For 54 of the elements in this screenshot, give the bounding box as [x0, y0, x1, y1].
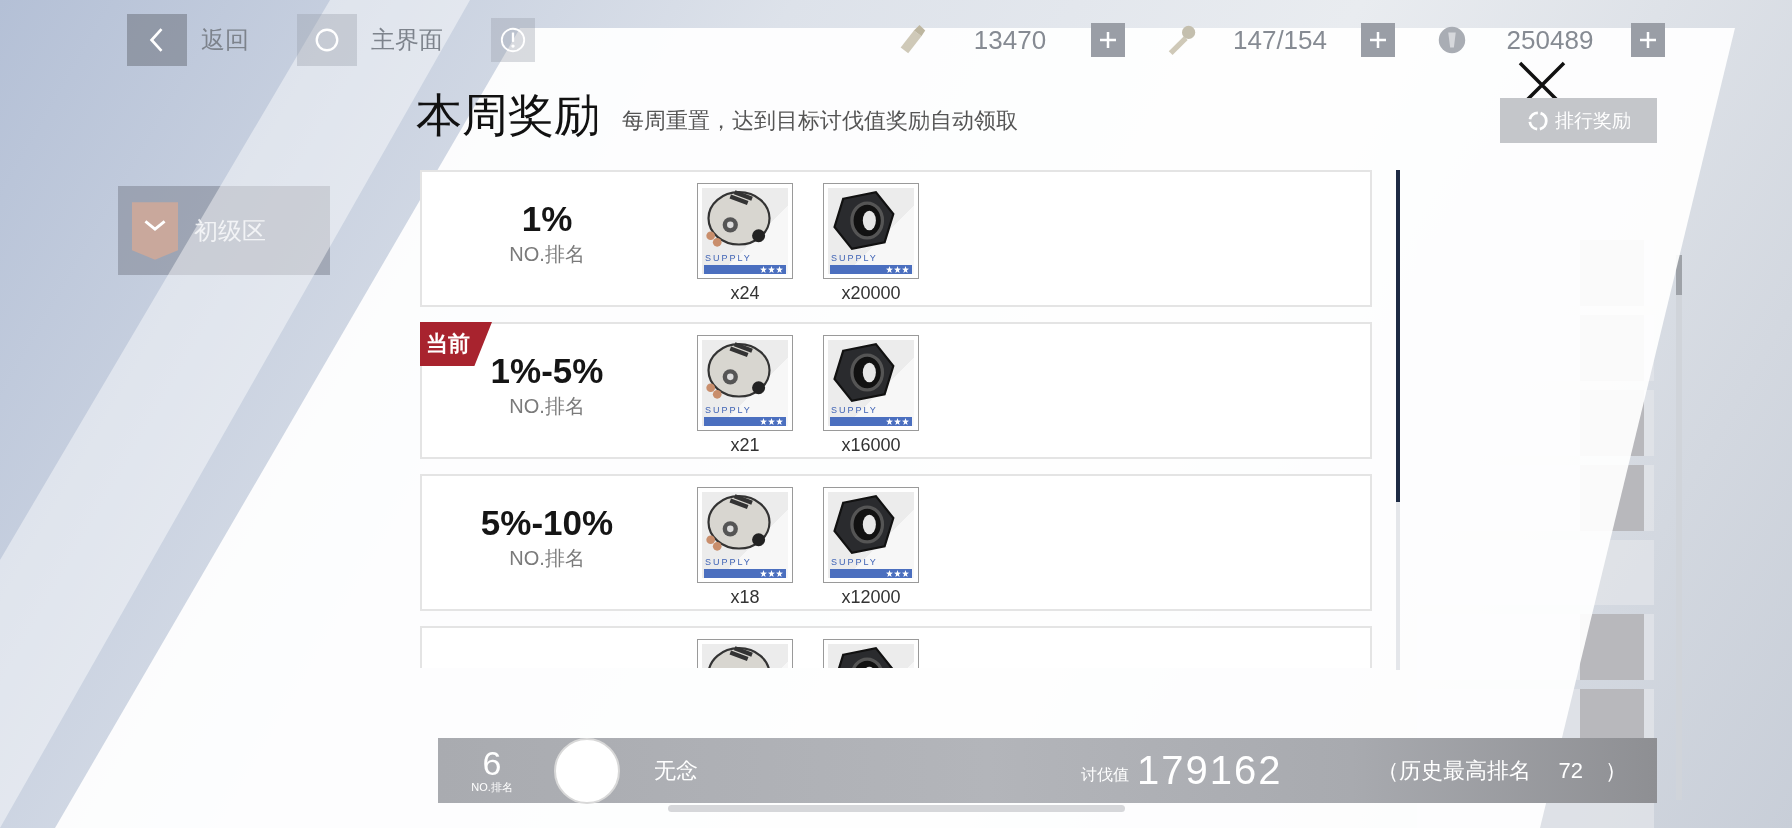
resource-count: 250489 [1505, 24, 1595, 56]
player-score: 179162 [1137, 748, 1283, 793]
resource-count: 13470 [972, 24, 1048, 56]
info-icon [499, 26, 527, 54]
scrollbar[interactable] [1396, 170, 1400, 670]
reward-item[interactable]: SUPPLY [697, 335, 793, 431]
rank-caption: NO.排名 [471, 780, 513, 795]
item-count: x24 [730, 283, 760, 304]
add-button[interactable] [1091, 23, 1125, 57]
recycle-icon [1526, 109, 1549, 132]
best-rank: 72 [1558, 757, 1583, 784]
best-rank-label: （历史最高排名 [1376, 756, 1531, 785]
item-tag: SUPPLY [831, 406, 878, 415]
reward-item[interactable]: SUPPLY [697, 487, 793, 583]
modal-title: 本周奖励 [416, 92, 600, 138]
item-count: x20000 [841, 283, 901, 304]
item-tag: SUPPLY [831, 254, 878, 263]
scrollbar[interactable] [1676, 255, 1682, 800]
current-badge: 当前 [420, 322, 492, 366]
item-count: x12000 [841, 587, 901, 608]
rank-caption: NO.排名 [509, 393, 585, 419]
plus-icon [1368, 30, 1388, 50]
player-rank: 6 [482, 746, 502, 780]
plus-icon [1638, 30, 1658, 50]
reward-item[interactable]: SUPPLY [823, 487, 919, 583]
item-tag: SUPPLY [705, 406, 752, 415]
rank-caption: NO.排名 [509, 241, 585, 267]
item-count: x21 [730, 435, 760, 456]
reward-item[interactable]: SUPPLY [697, 183, 793, 279]
rank-range: 5%-10% [480, 502, 614, 543]
item-tag: SUPPLY [831, 558, 878, 567]
item-tag: SUPPLY [705, 254, 752, 263]
player-name: 无念 [654, 756, 698, 785]
add-button[interactable] [1631, 23, 1665, 57]
closing-bracket: ） [1605, 756, 1627, 785]
rank-caption: NO.排名 [509, 545, 585, 571]
rank-range: 1%-5% [490, 350, 604, 391]
reward-item[interactable]: SUPPLY [823, 183, 919, 279]
home-button[interactable]: 主界面 [297, 14, 443, 66]
scrollbar[interactable] [668, 805, 1125, 812]
score-label: 讨伐值 [1081, 765, 1130, 785]
resource-count: 147/154 [1232, 24, 1328, 56]
item-count: x18 [730, 587, 760, 608]
modal-subtitle: 每周重置，达到目标讨伐值奖励自动领取 [622, 107, 1018, 135]
item-tag: SUPPLY [705, 558, 752, 567]
add-button[interactable] [1361, 23, 1395, 57]
bookmark-icon [132, 201, 178, 260]
circle-icon [313, 26, 341, 54]
info-button[interactable] [491, 18, 535, 62]
reward-item[interactable]: SUPPLY [823, 335, 919, 431]
rank-range: 1% [521, 198, 573, 239]
plus-icon [1098, 30, 1118, 50]
item-count: x16000 [841, 435, 901, 456]
portrait-placeholder [1580, 613, 1644, 680]
